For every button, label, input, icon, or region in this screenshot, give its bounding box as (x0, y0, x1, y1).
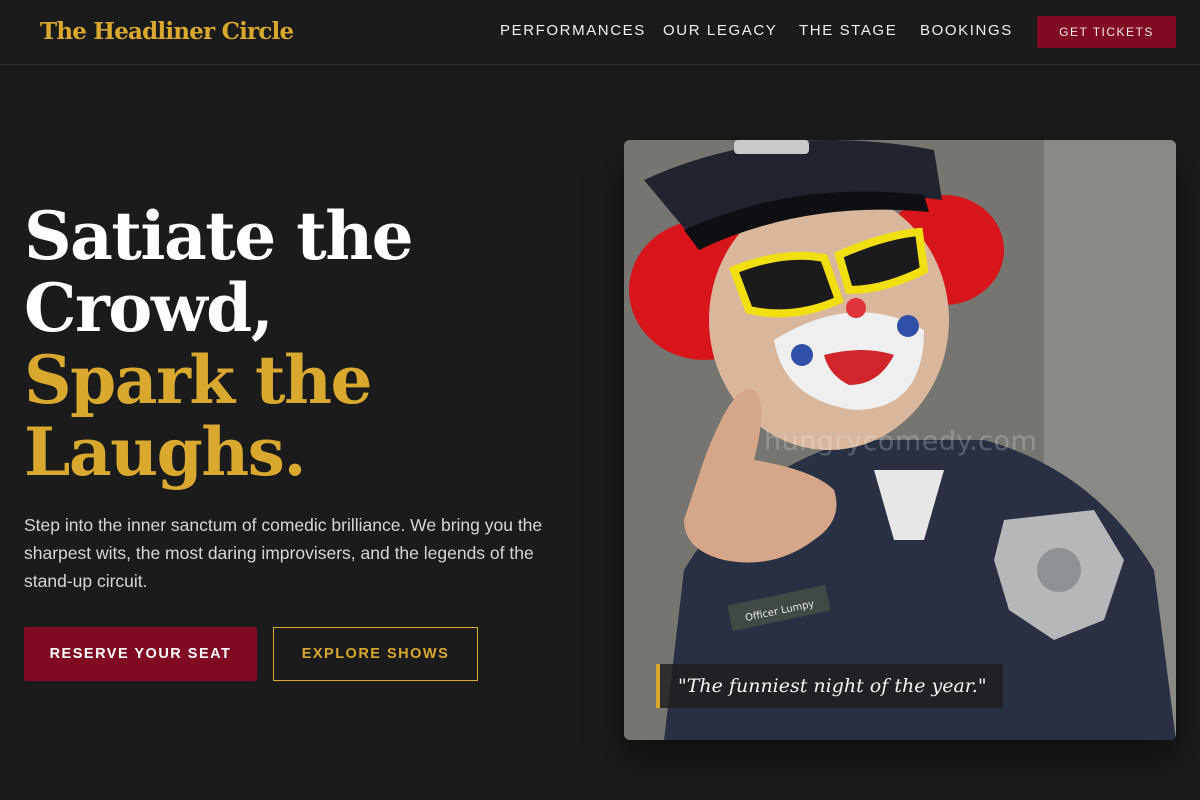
watermark-text: hungrycomedy.com (764, 426, 1038, 457)
reserve-seat-button[interactable]: RESERVE YOUR SEAT (24, 627, 257, 681)
hero-headline: Satiate the Crowd, Spark the Laughs. (24, 200, 444, 488)
nav-item-performances[interactable]: PERFORMANCES (500, 22, 646, 39)
nav-item-the-stage[interactable]: THE STAGE (799, 22, 897, 39)
explore-shows-button[interactable]: EXPLORE SHOWS (273, 627, 478, 681)
headline-line-1: Satiate the (24, 197, 414, 275)
hero-description: Step into the inner sanctum of comedic b… (24, 515, 543, 591)
testimonial-quote: "The funniest night of the year." (656, 664, 1003, 708)
main-nav: PERFORMANCES OUR LEGACY THE STAGE BOOKIN… (0, 22, 1200, 42)
get-tickets-button[interactable]: GET TICKETS (1037, 16, 1176, 48)
nav-item-bookings[interactable]: BOOKINGS (920, 22, 1013, 39)
hero-image: Officer Lumpy hungrycomedy.com "The funn… (624, 140, 1176, 740)
headline-accent-line-1: Spark the (24, 341, 373, 419)
top-navigation-bar: The Headliner Circle PERFORMANCES OUR LE… (0, 0, 1200, 65)
nav-item-our-legacy[interactable]: OUR LEGACY (663, 22, 777, 39)
headline-line-2: Crowd, (24, 269, 274, 347)
headline-accent-line-2: Laughs. (24, 413, 306, 491)
